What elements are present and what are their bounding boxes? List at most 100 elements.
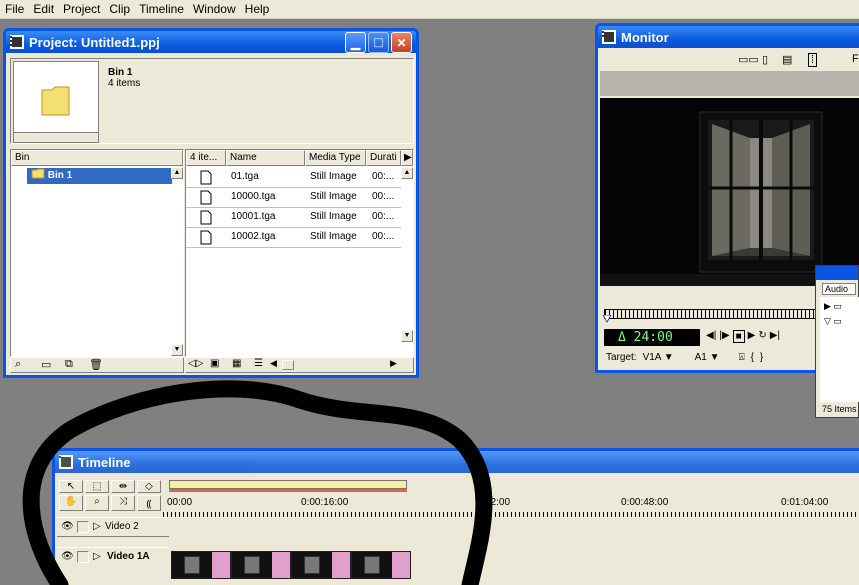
timeline-title: Timeline — [78, 454, 131, 470]
scroll-left-arrow[interactable]: ◀ — [270, 358, 277, 369]
audio-target-value: A1 — [694, 352, 707, 363]
timeline-clip[interactable] — [291, 551, 351, 579]
file-duration: 00:... — [372, 231, 395, 242]
audio-panel-titlebar[interactable] — [816, 266, 858, 280]
menu-edit[interactable]: Edit — [30, 1, 60, 18]
ripple-edit-icon[interactable]: ⇹ — [111, 480, 135, 493]
play-icon[interactable]: ▶ — [748, 330, 756, 343]
timeline-clip[interactable] — [351, 551, 411, 579]
lock-box[interactable] — [77, 551, 89, 563]
timeline-titlebar[interactable]: Timeline — [55, 451, 859, 473]
audio-list-row[interactable]: ▽ ▭ — [820, 312, 859, 327]
trim-view-icon[interactable]: ▤ — [782, 53, 792, 66]
expand-icon[interactable]: ◁▷ — [188, 358, 203, 369]
file-row[interactable]: 01.tga Still Image 00:... — [186, 168, 401, 188]
audio-list: ▶ ▭ ▽ ▭ — [820, 297, 859, 402]
expand-track-icon[interactable]: ▷ — [93, 548, 101, 566]
tree-scroll-down[interactable]: ▼ — [171, 344, 183, 356]
scroll-right-arrow[interactable]: ▶ — [390, 358, 397, 369]
clip-thumbnail — [172, 552, 212, 578]
ruler-label: 00:00 — [167, 497, 193, 508]
menu-clip[interactable]: Clip — [106, 1, 136, 18]
file-row[interactable]: 10002.tga Still Image 00:... — [186, 228, 401, 248]
expand-track-icon[interactable]: ▷ — [93, 518, 101, 536]
audio-tab[interactable]: Audio — [822, 283, 856, 295]
folder-icon — [41, 86, 70, 116]
file-row[interactable]: 10000.tga Still Image 00:... — [186, 188, 401, 208]
audio-target-select[interactable]: A1 ▼ — [695, 352, 735, 363]
list-scroll-down[interactable]: ▼ — [401, 330, 413, 342]
audio-list-row[interactable]: ▶ ▭ — [820, 297, 859, 312]
selection-tool-icon[interactable]: ↖ — [59, 480, 83, 493]
trash-icon[interactable]: 🗑 — [89, 358, 103, 371]
corridor-frame-image — [600, 98, 859, 286]
tree-scroll-up[interactable]: ▲ — [171, 167, 183, 179]
razor-tool-icon[interactable]: ◇ — [137, 480, 161, 493]
icon-view-icon[interactable]: ▣ — [210, 358, 219, 369]
time-ruler[interactable]: 00:00 0:00:16:00 32:00 0:00:48:00 0:01:0… — [163, 493, 859, 517]
list-scroll-up[interactable]: ▲ — [401, 167, 413, 179]
new-item-icon[interactable]: ⧉ — [65, 358, 73, 371]
loop-icon[interactable]: ↻ — [758, 330, 766, 343]
monitor-view-toolbar: ▭▭ ▯ ▤ ⁞ F — [600, 53, 859, 69]
project-titlebar[interactable]: Project: Untitled1.ppj ▁ ☐ ✕ — [6, 31, 416, 53]
find-icon[interactable]: ⌕ — [15, 358, 21, 371]
hand-tool-icon[interactable]: ✋ — [59, 495, 83, 511]
single-view-icon[interactable]: ▯ — [762, 53, 768, 66]
bin-toolbar: ⌕ ▭ ⧉ 🗑 — [10, 357, 184, 373]
file-name: 10002.tga — [231, 231, 276, 242]
eye-icon[interactable]: 👁 — [61, 518, 74, 536]
list-view-icon[interactable]: ☰ — [254, 358, 263, 369]
timecode-display[interactable]: Δ 24:00 — [604, 329, 700, 346]
in-out-tool-icon[interactable]: ⸨ — [137, 495, 161, 511]
col-duration[interactable]: Durati — [366, 150, 401, 166]
col-name[interactable]: Name — [226, 150, 305, 166]
menu-help[interactable]: Help — [242, 1, 276, 18]
stop-icon[interactable]: ■ — [732, 330, 745, 343]
dual-view-icon[interactable]: ▭▭ — [738, 53, 759, 66]
monitor-menu-icon[interactable]: ⁞ — [808, 53, 818, 67]
maximize-button[interactable]: ☐ — [368, 32, 389, 53]
monitor-scrubber[interactable] — [604, 309, 818, 319]
tree-item-bin-1[interactable]: Bin 1 — [27, 168, 172, 184]
file-name: 10000.tga — [231, 191, 276, 202]
bin-header[interactable]: Bin — [11, 150, 183, 166]
menu-window[interactable]: Window — [190, 1, 242, 18]
project-title: Project: Untitled1.ppj — [29, 34, 160, 50]
thumbnail-view-icon[interactable]: ▦ — [232, 358, 241, 369]
h-scroll-thumb[interactable] — [282, 360, 294, 370]
timeline-clip[interactable] — [231, 551, 291, 579]
playhead-marker-icon[interactable] — [602, 315, 612, 325]
work-area-bar[interactable] — [169, 480, 407, 489]
minimize-button[interactable]: ▁ — [345, 32, 366, 53]
video-target-value: V1A — [642, 352, 661, 363]
col-media-type[interactable]: Media Type — [305, 150, 366, 166]
eye-icon[interactable]: 👁 — [61, 548, 74, 566]
col-more-arrow[interactable]: ▶ — [401, 150, 413, 166]
edit-buttons[interactable]: ⍓{} — [739, 352, 770, 363]
file-type: Still Image — [310, 171, 357, 182]
lock-box[interactable] — [77, 521, 89, 533]
track-lane-video-2[interactable] — [169, 517, 859, 547]
range-select-icon[interactable]: ⬚ — [85, 480, 109, 493]
file-row[interactable]: 10001.tga Still Image 00:... — [186, 208, 401, 228]
cross-fade-icon[interactable]: ⤨ — [111, 495, 135, 511]
col-count[interactable]: 4 ite... — [186, 150, 226, 166]
file-type: Still Image — [310, 191, 357, 202]
render-bar — [169, 489, 407, 492]
close-button[interactable]: ✕ — [391, 32, 412, 53]
step-back-icon[interactable]: ◀| — [706, 330, 716, 343]
menu-project[interactable]: Project — [60, 1, 106, 18]
play-in-out-icon[interactable]: ▶| — [770, 330, 780, 343]
monitor-titlebar[interactable]: Monitor — [598, 26, 859, 48]
timeline-clip[interactable] — [171, 551, 231, 579]
menu-timeline[interactable]: Timeline — [136, 1, 190, 18]
video-target-select[interactable]: V1A ▼ — [643, 352, 685, 363]
new-bin-icon[interactable]: ▭ — [41, 358, 51, 371]
menu-file[interactable]: File — [2, 1, 30, 18]
monitor-clip-info-bar — [600, 71, 859, 96]
bin-name: Bin 1 — [108, 67, 133, 78]
zoom-tool-icon[interactable]: ⌕ — [85, 495, 109, 511]
file-duration: 00:... — [372, 171, 395, 182]
step-forward-icon[interactable]: |▶ — [719, 330, 729, 343]
